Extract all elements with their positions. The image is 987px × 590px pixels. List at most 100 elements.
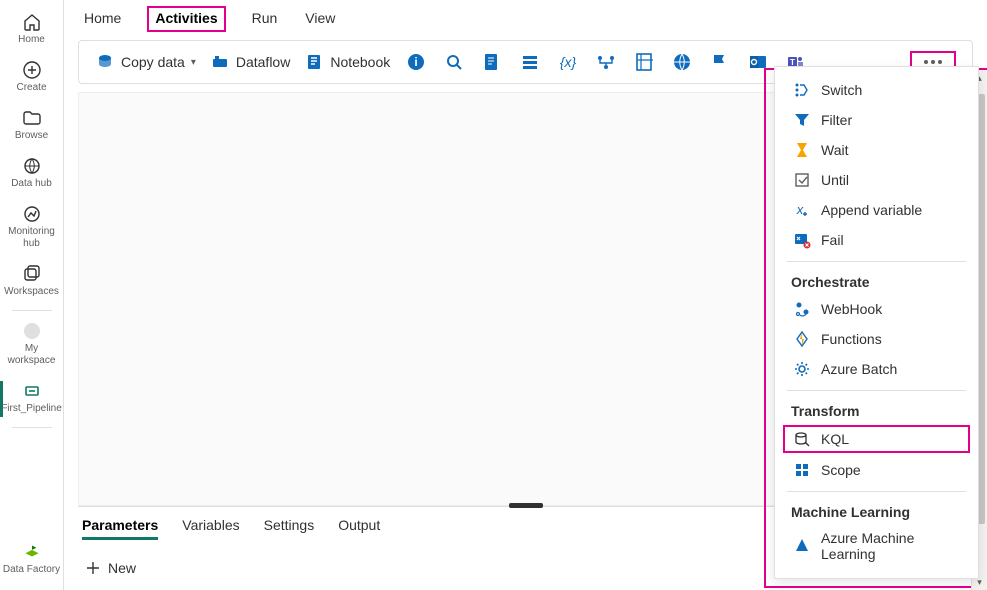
dd-fail[interactable]: Fail — [775, 225, 978, 255]
until-icon — [793, 171, 811, 189]
dataflow-icon — [210, 52, 230, 72]
dd-heading-ml: Machine Learning — [775, 498, 978, 524]
dd-label: Wait — [821, 142, 848, 158]
create-icon — [22, 60, 42, 80]
nav-separator — [12, 427, 52, 428]
dataflow-button[interactable]: Dataflow — [210, 52, 290, 72]
nav-label: Monitoring hub — [2, 226, 61, 250]
azure-ml-icon — [793, 537, 811, 555]
dd-label: Fail — [821, 232, 844, 248]
dd-kql[interactable]: KQL — [783, 425, 970, 453]
list-button[interactable] — [518, 50, 542, 74]
dd-azure-batch[interactable]: Azure Batch — [775, 354, 978, 384]
nav-label: Data Factory — [3, 564, 60, 576]
nav-label: Browse — [15, 130, 48, 142]
nav-label: Workspaces — [4, 286, 59, 298]
dd-wait[interactable]: Wait — [775, 135, 978, 165]
dd-label: Until — [821, 172, 849, 188]
dd-append-variable[interactable]: x Append variable — [775, 195, 978, 225]
dd-switch[interactable]: Switch — [775, 75, 978, 105]
scope-icon — [793, 461, 811, 479]
panel-resize-handle[interactable] — [509, 503, 543, 508]
dd-webhook[interactable]: WebHook — [775, 294, 978, 324]
tab-settings[interactable]: Settings — [264, 517, 315, 540]
dd-heading-orchestrate: Orchestrate — [775, 268, 978, 294]
nav-create[interactable]: Create — [0, 54, 63, 102]
nav-monitoring[interactable]: Monitoring hub — [0, 198, 63, 258]
svg-text:i: i — [415, 55, 418, 69]
new-label: New — [108, 560, 136, 576]
workspaces-icon — [22, 264, 42, 284]
nav-label: Home — [18, 34, 45, 46]
switch-icon — [793, 81, 811, 99]
variable-icon: {x} — [557, 52, 579, 72]
dd-label: Switch — [821, 82, 862, 98]
nav-home[interactable]: Home — [0, 6, 63, 54]
dd-azure-ml[interactable]: Azure Machine Learning — [775, 524, 978, 568]
tab-output[interactable]: Output — [338, 517, 380, 540]
script-button[interactable] — [480, 50, 504, 74]
nav-pipeline[interactable]: First_Pipeline — [0, 375, 63, 423]
wait-icon — [793, 141, 811, 159]
dd-label: Functions — [821, 331, 882, 347]
nav-datahub[interactable]: Data hub — [0, 150, 63, 198]
dd-label: Append variable — [821, 202, 922, 218]
dd-filter[interactable]: Filter — [775, 105, 978, 135]
pipeline-icon — [22, 381, 42, 401]
nav-browse[interactable]: Browse — [0, 102, 63, 150]
folder-icon — [22, 108, 42, 128]
fail-icon — [793, 231, 811, 249]
functions-icon — [793, 330, 811, 348]
svg-text:x: x — [796, 202, 804, 217]
dd-separator — [787, 390, 966, 391]
dd-separator — [787, 261, 966, 262]
dd-scope[interactable]: Scope — [775, 455, 978, 485]
info-button[interactable]: i — [404, 50, 428, 74]
copy-data-icon — [95, 52, 115, 72]
dd-label: KQL — [821, 431, 849, 447]
flow-button[interactable] — [594, 50, 618, 74]
template-icon — [635, 52, 653, 72]
dd-label: Azure Machine Learning — [821, 530, 960, 562]
search-icon — [444, 52, 464, 72]
ribbon-tabs: Home Activities Run View — [64, 0, 987, 32]
outlook-button[interactable] — [746, 50, 770, 74]
template-button[interactable] — [632, 50, 656, 74]
tab-run[interactable]: Run — [250, 6, 280, 32]
main-area: Home Activities Run View Copy data ▾ Dat… — [64, 0, 987, 590]
notebook-button[interactable]: Notebook — [304, 52, 390, 72]
nav-myworkspace[interactable]: My workspace — [0, 315, 63, 375]
dataflow-label: Dataflow — [236, 54, 290, 70]
tab-activities[interactable]: Activities — [147, 6, 225, 32]
datahub-icon — [22, 156, 42, 176]
tab-home[interactable]: Home — [82, 6, 123, 32]
nav-workspaces[interactable]: Workspaces — [0, 258, 63, 306]
notebook-icon — [304, 52, 324, 72]
copy-data-button[interactable]: Copy data ▾ — [95, 52, 196, 72]
tab-view[interactable]: View — [303, 6, 337, 32]
script-icon — [483, 52, 501, 72]
kql-icon — [793, 430, 811, 448]
dd-label: Scope — [821, 462, 861, 478]
nav-separator — [12, 310, 52, 311]
dd-heading-transform: Transform — [775, 397, 978, 423]
tab-variables[interactable]: Variables — [182, 517, 239, 540]
web-button[interactable] — [670, 50, 694, 74]
variable-button[interactable]: {x} — [556, 50, 580, 74]
dd-functions[interactable]: Functions — [775, 324, 978, 354]
dd-label: Azure Batch — [821, 361, 897, 377]
filter-icon — [793, 111, 811, 129]
outlook-icon — [748, 52, 768, 72]
svg-text:{x}: {x} — [560, 54, 577, 70]
search-activity-button[interactable] — [442, 50, 466, 74]
nav-datafactory[interactable]: Data Factory — [0, 534, 63, 584]
flag-button[interactable] — [708, 50, 732, 74]
nav-label: My workspace — [2, 343, 61, 367]
nav-label: Data hub — [11, 178, 52, 190]
list-icon — [520, 52, 540, 72]
flow-icon — [595, 52, 617, 72]
flag-icon — [710, 52, 730, 72]
tab-parameters[interactable]: Parameters — [82, 517, 158, 540]
dd-until[interactable]: Until — [775, 165, 978, 195]
workspace-avatar-icon — [22, 321, 42, 341]
